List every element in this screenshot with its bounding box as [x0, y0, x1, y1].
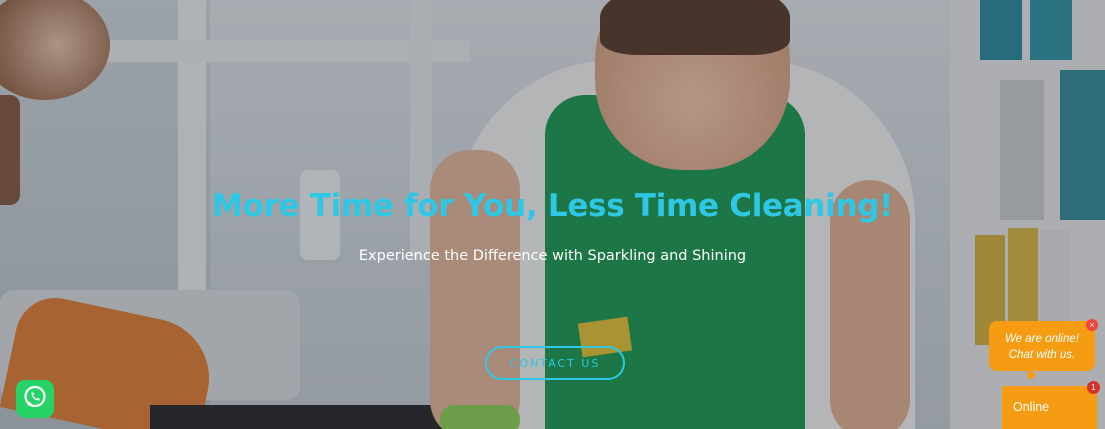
contact-us-button[interactable]: CONTACT US	[485, 346, 625, 380]
whatsapp-button[interactable]	[16, 380, 54, 418]
chat-online-tab[interactable]: Online	[1002, 386, 1097, 429]
chat-bubble-line-2: Chat with us.	[1008, 349, 1076, 361]
whatsapp-icon	[22, 384, 48, 415]
unread-count-badge: 1	[1087, 381, 1100, 394]
chat-bubble-close-icon[interactable]: ×	[1086, 319, 1098, 331]
chat-bubble-tail	[1027, 371, 1035, 379]
hero-headline: More Time for You, Less Time Cleaning!	[212, 188, 893, 224]
chat-bubble-line-1: We are online!	[1005, 333, 1079, 345]
hero-subheadline: Experience the Difference with Sparkling…	[358, 248, 747, 264]
chat-invite-bubble[interactable]: We are online! Chat with us.	[989, 321, 1095, 371]
hero-banner: More Time for You, Less Time Cleaning! E…	[0, 0, 1105, 429]
